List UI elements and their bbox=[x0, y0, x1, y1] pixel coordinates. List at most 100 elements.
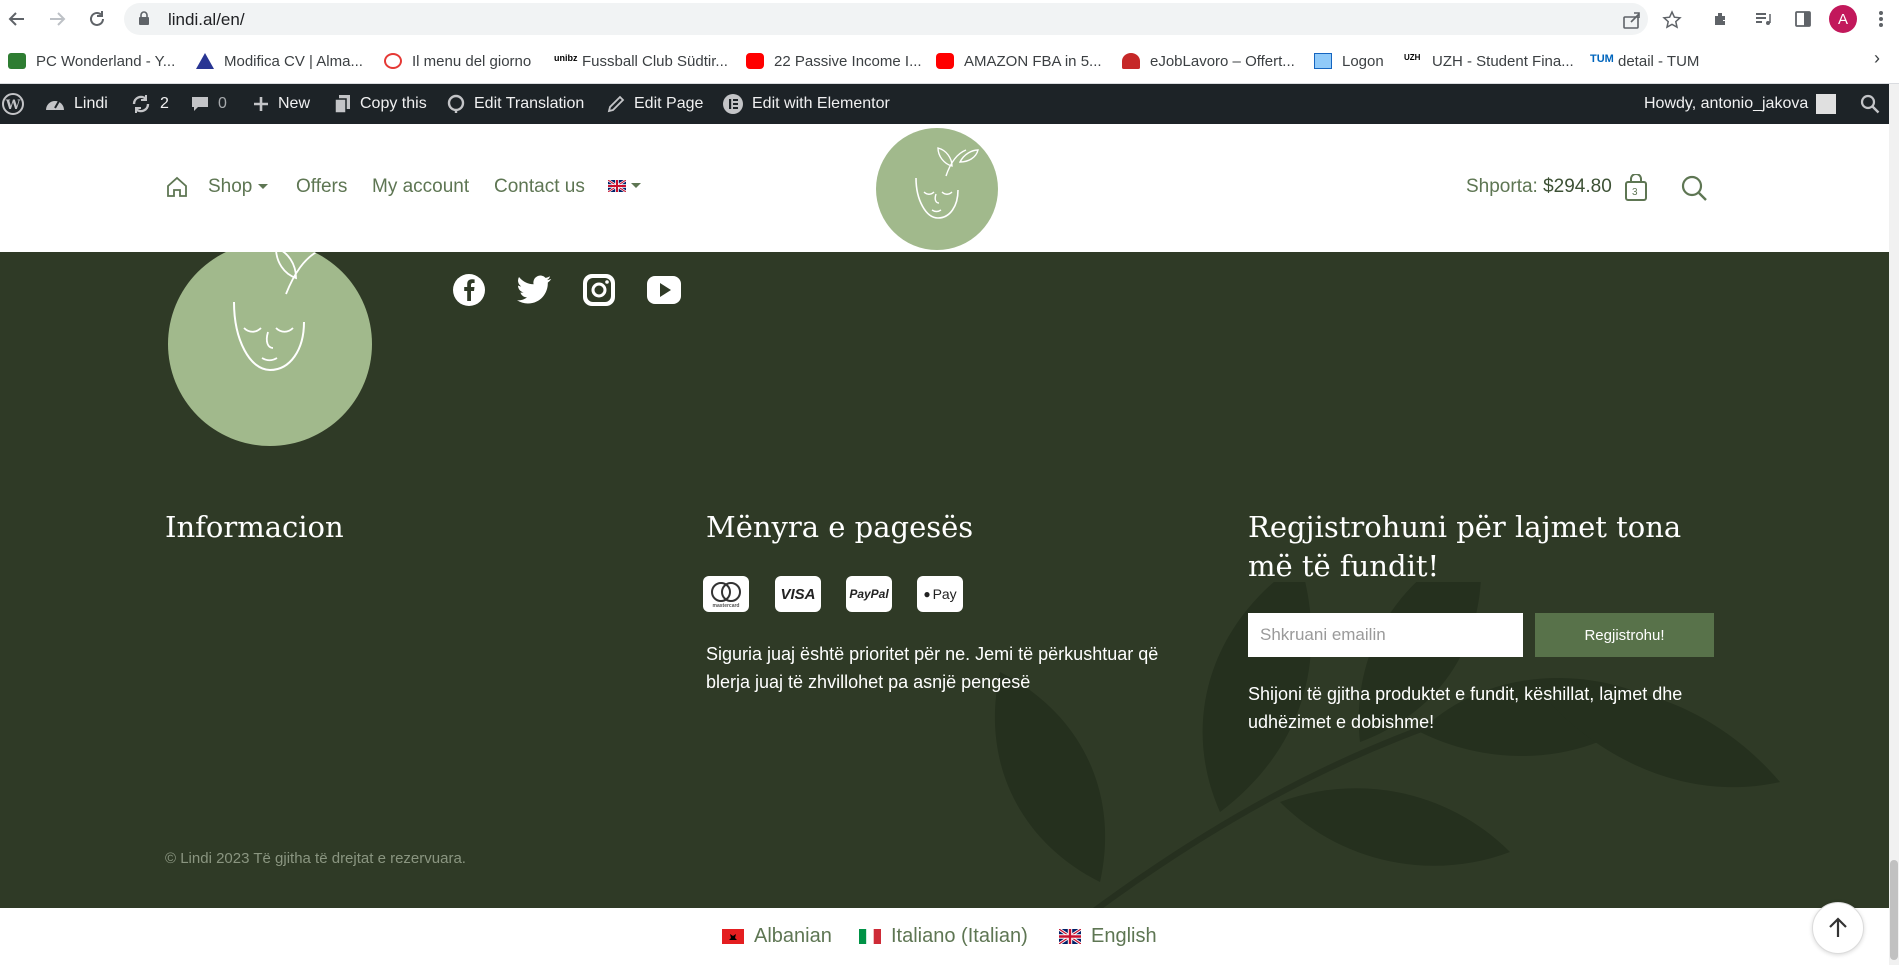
bookmark-item[interactable]: Logon bbox=[1314, 51, 1384, 71]
unibz-icon: unibz bbox=[554, 53, 578, 63]
footer-payment-heading: Mënyra e pagesës bbox=[706, 510, 974, 544]
cart-count: 3 bbox=[1632, 187, 1638, 198]
subscribe-button[interactable]: Regjistrohu! bbox=[1535, 613, 1714, 657]
elementor-icon bbox=[723, 94, 743, 114]
admin-elementor[interactable]: Edit with Elementor bbox=[722, 84, 890, 124]
svg-text:mastercard: mastercard bbox=[713, 603, 740, 609]
youtube-icon bbox=[936, 53, 954, 69]
uk-flag-icon bbox=[1059, 929, 1081, 944]
bookmark-item[interactable]: AMAZON FBA in 5... bbox=[936, 51, 1102, 71]
menu-icon bbox=[384, 53, 402, 69]
wp-admin-bar: W Lindi 2 0 New Copy this Edit Translati… bbox=[0, 84, 1899, 124]
albania-flag-icon bbox=[722, 929, 744, 944]
scroll-to-top-button[interactable] bbox=[1812, 902, 1864, 954]
youtube-icon bbox=[746, 53, 764, 69]
home-icon[interactable] bbox=[165, 175, 189, 199]
menu-contact[interactable]: Contact us bbox=[494, 176, 585, 198]
pencil-icon bbox=[607, 95, 625, 113]
search-icon[interactable] bbox=[1860, 84, 1888, 124]
newsletter-description: Shijoni të gjitha produktet e fundit, kë… bbox=[1248, 684, 1683, 732]
menu-account[interactable]: My account bbox=[372, 176, 469, 198]
copy-icon bbox=[334, 95, 350, 114]
twitter-icon[interactable] bbox=[516, 272, 552, 308]
admin-new[interactable]: New bbox=[252, 84, 310, 124]
extensions-icon[interactable] bbox=[1708, 6, 1734, 32]
address-bar[interactable]: lindi.al/en/ bbox=[124, 3, 1682, 35]
bookmark-item[interactable]: 22 Passive Income I... bbox=[746, 51, 922, 71]
media-icon[interactable] bbox=[1750, 6, 1776, 32]
share-icon[interactable] bbox=[1622, 10, 1642, 30]
back-icon[interactable] bbox=[4, 6, 30, 32]
site-footer: Informacion Mënyra e pagesës Regjistrohu… bbox=[0, 252, 1899, 908]
italy-flag-icon bbox=[859, 929, 881, 944]
bookmark-item[interactable]: TUM detail - TUM bbox=[1590, 51, 1699, 71]
plus-icon bbox=[254, 97, 268, 111]
almalaurea-icon bbox=[196, 53, 214, 69]
instagram-icon[interactable] bbox=[581, 272, 617, 308]
admin-account[interactable]: Howdy, antonio_jakova bbox=[1644, 84, 1837, 124]
menu-offers[interactable]: Offers bbox=[296, 176, 347, 198]
youtube-icon[interactable] bbox=[646, 272, 682, 308]
bookmarks-bar: PC Wonderland - Y... Modifica CV | Alma.… bbox=[0, 38, 1899, 84]
star-icon[interactable] bbox=[1662, 10, 1682, 30]
visa-icon: VISA bbox=[775, 576, 821, 612]
cart-bag-icon[interactable]: 3 bbox=[1624, 173, 1648, 207]
site-logo[interactable] bbox=[876, 128, 998, 250]
browser-toolbar: lindi.al/en/ A bbox=[0, 0, 1899, 38]
copyright-text: © Lindi 2023 Të gjitha të drejtat e reze… bbox=[165, 850, 466, 867]
admin-site-link[interactable]: Lindi bbox=[44, 84, 108, 124]
comment-icon bbox=[192, 97, 208, 111]
updates-icon bbox=[132, 95, 150, 113]
admin-edit-page[interactable]: Edit Page bbox=[606, 84, 703, 124]
payment-description: Siguria juaj është prioritet për ne. Jem… bbox=[706, 644, 1159, 692]
cart-summary[interactable]: Shporta: $294.80 bbox=[1466, 176, 1612, 198]
bookmark-item[interactable]: UZH UZH - Student Fina... bbox=[1404, 51, 1574, 71]
reload-icon[interactable] bbox=[84, 6, 110, 32]
user-avatar bbox=[1816, 94, 1837, 114]
admin-copy[interactable]: Copy this bbox=[334, 84, 427, 124]
language-english[interactable]: English bbox=[1059, 925, 1157, 948]
face-leaf-logo-icon bbox=[915, 147, 979, 219]
url-text: lindi.al/en/ bbox=[168, 10, 245, 29]
newsletter-email-input[interactable] bbox=[1248, 613, 1523, 657]
uk-flag-icon bbox=[608, 180, 626, 192]
kebab-menu-icon[interactable] bbox=[1868, 6, 1894, 32]
search-icon[interactable] bbox=[1680, 174, 1708, 207]
bookmark-item[interactable]: Il menu del giorno bbox=[384, 51, 531, 71]
forward-icon[interactable] bbox=[44, 6, 70, 32]
paypal-icon: PayPal bbox=[846, 576, 892, 612]
site-header: Shop Offers My account Contact us Shport… bbox=[0, 124, 1899, 252]
language-italian[interactable]: Italiano (Italian) bbox=[859, 925, 1028, 948]
chevron-down-icon bbox=[631, 183, 641, 188]
dashboard-icon bbox=[46, 100, 64, 110]
uzh-icon: UZH bbox=[1404, 53, 1421, 62]
translate-icon bbox=[447, 94, 465, 113]
language-bar: Albanian Italiano (Italian) English bbox=[0, 908, 1899, 965]
page-scrollbar-thumb[interactable] bbox=[1890, 860, 1898, 960]
facebook-icon[interactable] bbox=[451, 272, 487, 308]
footer-logo[interactable] bbox=[168, 252, 372, 446]
footer-info-heading: Informacion bbox=[165, 510, 344, 544]
apple-icon: ● bbox=[923, 587, 931, 601]
bookmark-item[interactable]: eJobLavoro – Offert... bbox=[1122, 51, 1295, 71]
arrow-up-icon bbox=[1829, 917, 1847, 937]
chevron-right-icon[interactable]: › bbox=[1874, 48, 1880, 68]
lock-icon[interactable] bbox=[138, 11, 150, 31]
admin-edit-translation[interactable]: Edit Translation bbox=[446, 84, 584, 124]
wordpress-logo-icon[interactable]: W bbox=[2, 84, 32, 124]
language-switcher[interactable] bbox=[608, 180, 642, 192]
language-albanian[interactable]: Albanian bbox=[722, 925, 832, 948]
admin-updates[interactable]: 2 bbox=[130, 84, 169, 124]
bookmark-item[interactable]: unibz Fussball Club Südtir... bbox=[554, 51, 728, 71]
page-scrollbar-track[interactable] bbox=[1889, 84, 1899, 965]
bookmark-item[interactable]: Modifica CV | Alma... bbox=[196, 51, 363, 71]
bookmark-item[interactable]: PC Wonderland - Y... bbox=[8, 51, 175, 71]
admin-comments[interactable]: 0 bbox=[190, 84, 227, 124]
profile-avatar[interactable]: A bbox=[1829, 5, 1857, 33]
face-leaf-logo-icon bbox=[233, 252, 319, 372]
pc-wonderland-icon bbox=[8, 53, 26, 69]
menu-shop[interactable]: Shop bbox=[208, 176, 269, 198]
logon-icon bbox=[1314, 53, 1332, 69]
footer-newsletter-heading: Regjistrohuni për lajmet tona më të fund… bbox=[1248, 510, 1682, 583]
sidepanel-icon[interactable] bbox=[1790, 6, 1816, 32]
